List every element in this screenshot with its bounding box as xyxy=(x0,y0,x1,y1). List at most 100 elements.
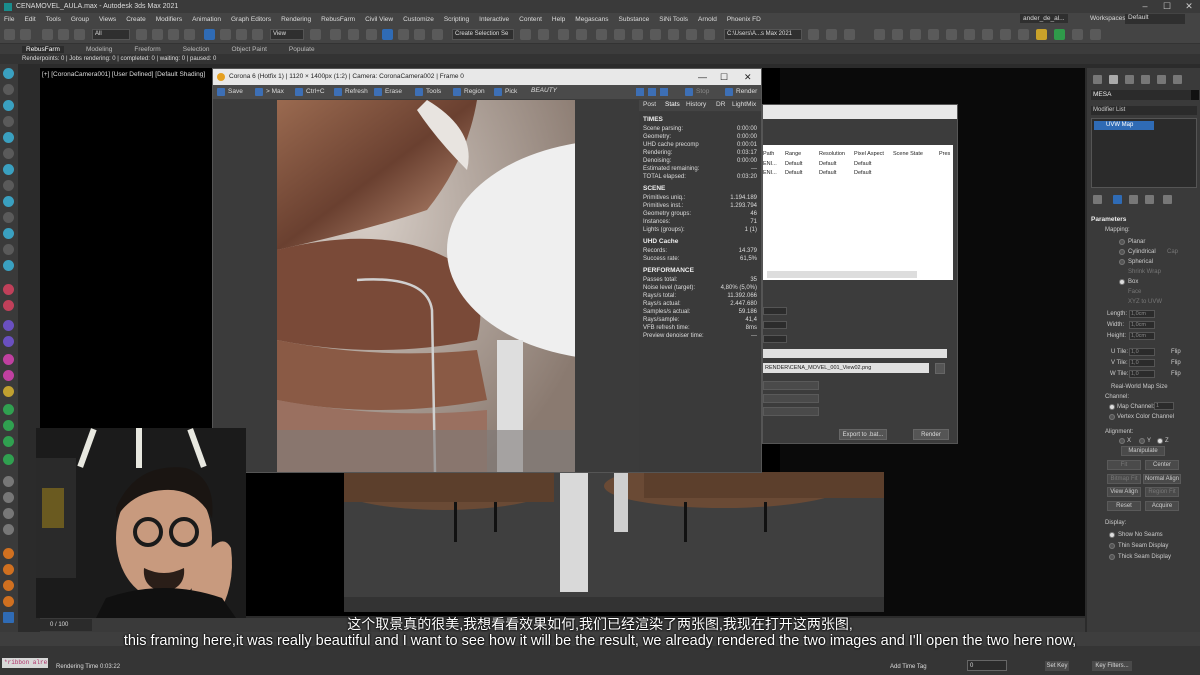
project-folder-select[interactable]: C:\Users\A...s Max 2021 xyxy=(724,29,802,40)
menu-file[interactable]: File xyxy=(4,16,14,23)
bitmap-fit-button[interactable]: Bitmap Fit xyxy=(1107,474,1141,484)
toggle-ribbon-icon[interactable] xyxy=(596,29,607,40)
menu-graph-editors[interactable]: Graph Editors xyxy=(231,16,271,23)
menu-rendering[interactable]: Rendering xyxy=(281,16,311,23)
batch-render-table[interactable]: Path Range Resolution Pixel Aspect Scene… xyxy=(763,145,953,280)
plane-icon[interactable] xyxy=(3,228,14,239)
set-key-button[interactable]: Set Key xyxy=(1045,661,1069,671)
undo-icon[interactable] xyxy=(4,29,15,40)
hierarchy-tab-icon[interactable] xyxy=(1125,75,1134,84)
map-channel-input[interactable]: 1 xyxy=(1154,402,1174,410)
save-button[interactable]: Save xyxy=(217,87,243,97)
ribbon-tab-populate[interactable]: Populate xyxy=(289,46,315,53)
forest-icon[interactable] xyxy=(3,420,14,431)
torus-icon[interactable] xyxy=(3,244,14,255)
smoke-icon[interactable] xyxy=(3,564,14,575)
spherical-radio[interactable] xyxy=(1119,259,1125,265)
modifier-list-select[interactable]: Modifier List xyxy=(1091,106,1197,115)
grass-icon[interactable] xyxy=(3,454,14,465)
system-icon[interactable] xyxy=(3,164,14,175)
remove-modifier-icon[interactable] xyxy=(1145,195,1154,204)
align-y-radio[interactable] xyxy=(1139,438,1145,444)
real-world-map-size-checkbox[interactable]: Real-World Map Size xyxy=(1111,384,1168,390)
corona-camera-icon[interactable] xyxy=(844,29,855,40)
align-x-radio[interactable] xyxy=(1119,438,1125,444)
bind-space-warp-icon[interactable] xyxy=(74,29,85,40)
render-setup-icon[interactable] xyxy=(668,29,679,40)
render-image[interactable] xyxy=(277,100,575,472)
named-selection-set-select[interactable]: Create Selection Se xyxy=(452,29,514,40)
cylindrical-radio[interactable] xyxy=(1119,249,1125,255)
reference-coord-select[interactable]: View xyxy=(270,29,304,40)
close-button[interactable]: ✕ xyxy=(1178,0,1200,13)
w-flip-checkbox[interactable]: Flip xyxy=(1171,371,1181,377)
camera-icon[interactable] xyxy=(3,116,14,127)
ribbon-tab-modeling[interactable]: Modeling xyxy=(86,46,112,53)
angle-snap-icon[interactable] xyxy=(382,29,393,40)
flag-icon[interactable] xyxy=(1072,29,1083,40)
workspaces-select[interactable]: Default xyxy=(1125,14,1185,24)
camera-select[interactable] xyxy=(763,381,819,390)
cap-checkbox[interactable]: Cap xyxy=(1167,249,1178,255)
corona-minimize-button[interactable]: — xyxy=(698,69,707,85)
spinner-snap-icon[interactable] xyxy=(414,29,425,40)
folder-icon[interactable] xyxy=(946,29,957,40)
layer-explorer-icon[interactable] xyxy=(576,29,587,40)
spacewarp-icon[interactable] xyxy=(3,148,14,159)
corona-close-button[interactable]: ✕ xyxy=(744,69,752,85)
export-bat-button[interactable]: Export to .bat... xyxy=(839,429,887,440)
maxscript-listener-input[interactable]: *ribbon alre xyxy=(2,658,48,668)
move-icon[interactable] xyxy=(204,29,215,40)
acquire-button[interactable]: Acquire xyxy=(1145,501,1179,511)
tree-icon[interactable] xyxy=(3,436,14,447)
grid-icon[interactable] xyxy=(1090,29,1101,40)
render-pass-select[interactable]: BEAUTY xyxy=(531,87,557,94)
tools-button[interactable]: Tools xyxy=(415,87,441,97)
modifier-uvw-map[interactable]: UVW Map xyxy=(1094,121,1154,130)
show-end-result-icon[interactable] xyxy=(1113,195,1122,204)
redo-icon[interactable] xyxy=(20,29,31,40)
manipulate-button[interactable]: Manipulate xyxy=(1121,446,1165,456)
box-icon[interactable] xyxy=(964,29,975,40)
forest-pack-icon[interactable] xyxy=(874,29,885,40)
corona-maximize-button[interactable]: ☐ xyxy=(720,69,728,85)
frame-input[interactable] xyxy=(763,321,787,329)
reset-button[interactable]: Reset xyxy=(1107,501,1141,511)
ribbon-tab-object-paint[interactable]: Object Paint xyxy=(231,46,266,53)
output-path-input[interactable]: RENDER\CENA_MOVEL_001_View02.png xyxy=(763,363,929,373)
fit-button[interactable]: Fit xyxy=(1107,460,1141,470)
scene-state-select[interactable] xyxy=(763,394,819,403)
show-no-seams-radio[interactable] xyxy=(1109,532,1115,538)
select-object-icon[interactable] xyxy=(136,29,147,40)
play-icon[interactable] xyxy=(3,476,14,487)
select-by-name-icon[interactable] xyxy=(152,29,163,40)
motion-tab-icon[interactable] xyxy=(1141,75,1150,84)
helper-icon[interactable] xyxy=(3,132,14,143)
browse-output-button[interactable] xyxy=(935,363,945,374)
preset-select[interactable] xyxy=(763,407,819,416)
create-tab-icon[interactable] xyxy=(1093,75,1102,84)
link-icon[interactable] xyxy=(42,29,53,40)
v-tile-input[interactable]: 1,0 xyxy=(1129,359,1155,367)
chart-icon[interactable] xyxy=(1018,29,1029,40)
cup-icon[interactable] xyxy=(982,29,993,40)
light-icon[interactable] xyxy=(3,100,14,111)
display-tab-icon[interactable] xyxy=(1157,75,1166,84)
configure-sets-icon[interactable] xyxy=(1163,195,1172,204)
table-scrollbar[interactable] xyxy=(767,271,917,278)
uvw-icon[interactable] xyxy=(3,354,14,365)
w-tile-input[interactable]: 1,0 xyxy=(1129,370,1155,378)
selection-region-icon[interactable] xyxy=(168,29,179,40)
view-align-button[interactable]: View Align xyxy=(1107,487,1141,497)
explosion-icon[interactable] xyxy=(3,596,14,607)
menu-civil-view[interactable]: Civil View xyxy=(365,16,393,23)
stop-icon[interactable] xyxy=(3,508,14,519)
cloud-icon[interactable] xyxy=(910,29,921,40)
menu-content[interactable]: Content xyxy=(519,16,542,23)
percent-snap-icon[interactable] xyxy=(398,29,409,40)
parameters-rollout[interactable]: Parameters xyxy=(1091,216,1126,223)
wrench-icon[interactable] xyxy=(928,29,939,40)
box-radio[interactable] xyxy=(1119,279,1125,285)
unlink-icon[interactable] xyxy=(58,29,69,40)
keyboard-shortcut-icon[interactable] xyxy=(348,29,359,40)
